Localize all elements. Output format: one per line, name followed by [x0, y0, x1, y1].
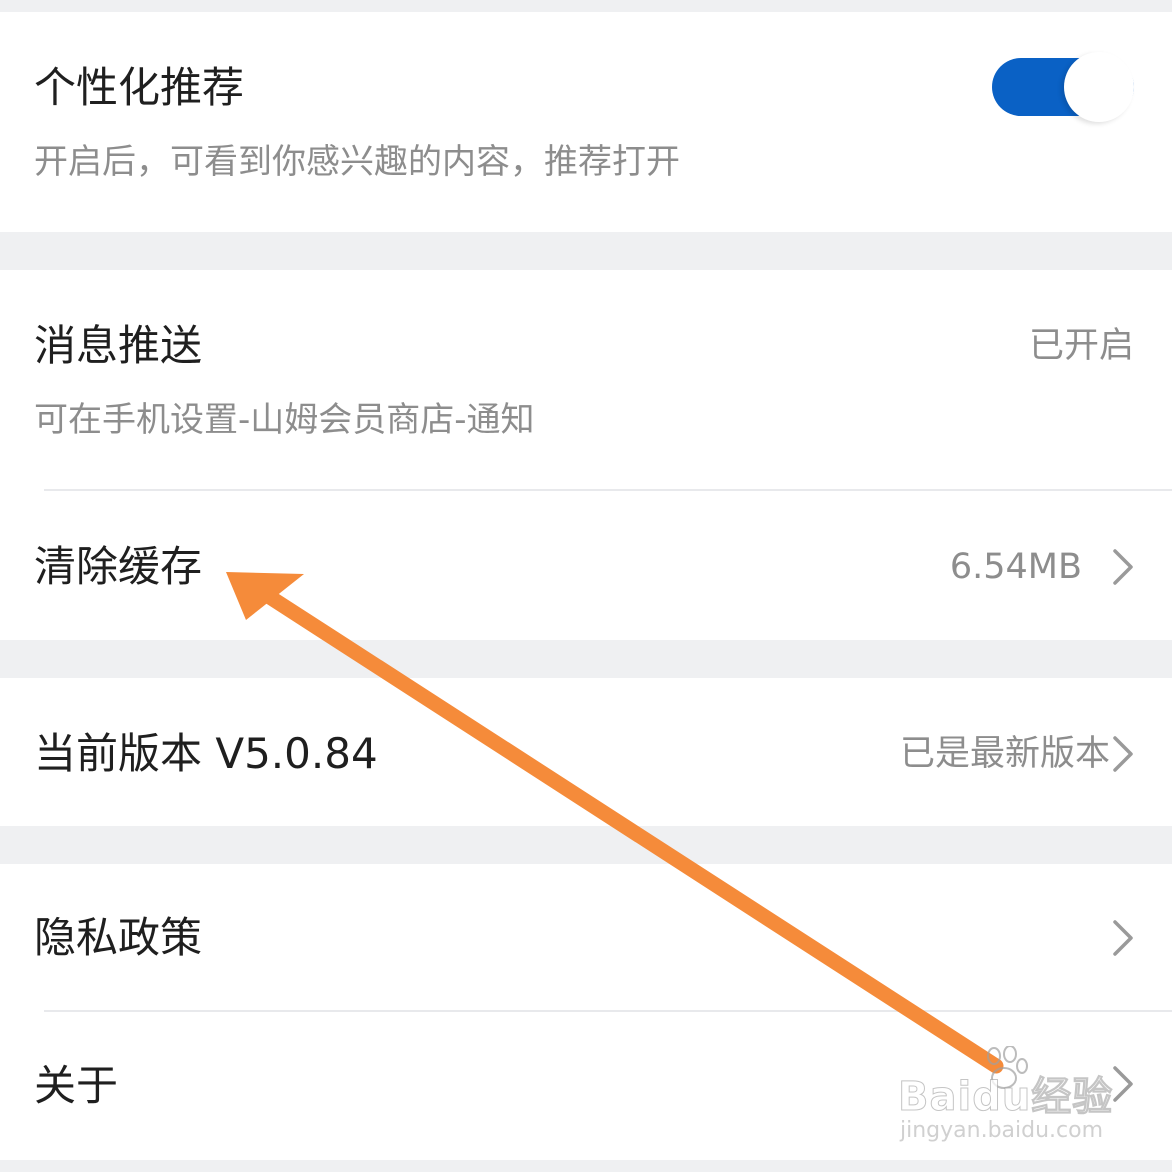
- push-title: 消息推送: [34, 321, 203, 370]
- watermark-url: jingyan.baidu.com: [900, 1118, 1104, 1143]
- push-row[interactable]: 消息推送 已开启 可在手机设置-山姆会员商店-通知: [0, 270, 1172, 489]
- chevron-right-icon: [1113, 736, 1133, 772]
- chevron-right-icon: [1113, 1066, 1133, 1102]
- personalized-card: 个性化推荐 开启后，可看到你感兴趣的内容，推荐打开: [0, 12, 1172, 232]
- notifications-cache-card: 消息推送 已开启 可在手机设置-山姆会员商店-通知 清除缓存 6.54MB: [0, 270, 1172, 640]
- version-card: 当前版本 V5.0.84 已是最新版本: [0, 678, 1172, 826]
- clear-cache-title: 清除缓存: [34, 542, 203, 591]
- version-title: 当前版本 V5.0.84: [34, 729, 378, 778]
- privacy-title: 隐私政策: [34, 913, 203, 962]
- toggle-knob[interactable]: [1064, 52, 1134, 122]
- personalized-subtitle: 开启后，可看到你感兴趣的内容，推荐打开: [34, 142, 680, 182]
- push-subtitle: 可在手机设置-山姆会员商店-通知: [34, 400, 535, 440]
- version-row[interactable]: 当前版本 V5.0.84 已是最新版本: [0, 678, 1172, 826]
- personalized-title: 个性化推荐: [34, 63, 245, 112]
- chevron-right-icon: [1113, 549, 1133, 585]
- watermark-brand: Baidu经验: [897, 1074, 1114, 1121]
- version-status: 已是最新版本: [899, 734, 1110, 774]
- push-status: 已开启: [1028, 326, 1134, 366]
- personalized-row: 个性化推荐 开启后，可看到你感兴趣的内容，推荐打开: [0, 12, 1172, 232]
- clear-cache-row[interactable]: 清除缓存 6.54MB: [0, 491, 1172, 640]
- chevron-right-icon: [1113, 920, 1133, 956]
- baidu-watermark: Baidu经验 jingyan.baidu.com: [897, 1046, 1113, 1146]
- about-title: 关于: [34, 1061, 119, 1110]
- cache-size: 6.54MB: [949, 547, 1082, 587]
- privacy-row[interactable]: 隐私政策: [0, 864, 1172, 1010]
